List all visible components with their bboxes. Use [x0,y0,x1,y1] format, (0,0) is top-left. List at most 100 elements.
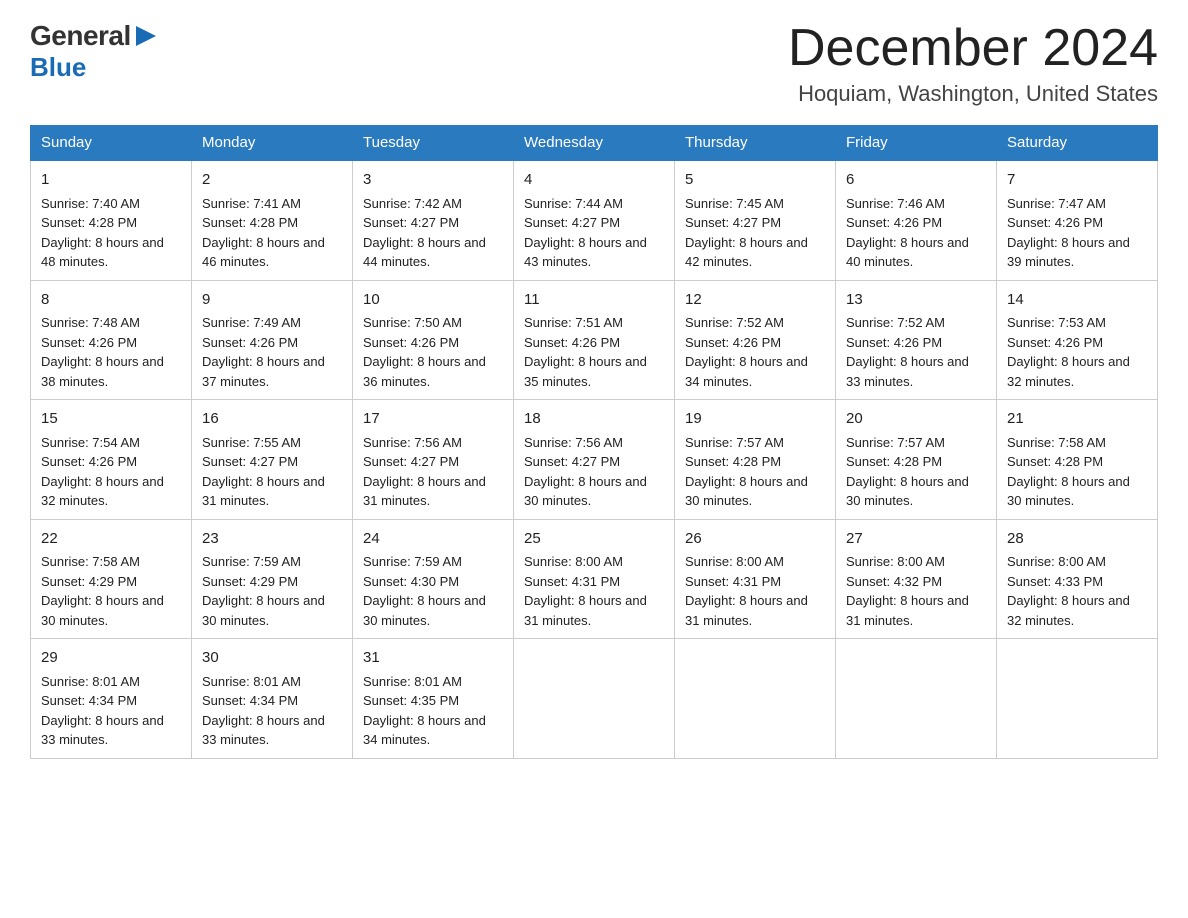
sunset-text: Sunset: 4:31 PM [685,574,781,589]
calendar-cell: 6Sunrise: 7:46 AMSunset: 4:26 PMDaylight… [836,160,997,280]
column-header-saturday: Saturday [997,126,1158,161]
sunrise-text: Sunrise: 7:50 AM [363,315,462,330]
calendar-cell: 8Sunrise: 7:48 AMSunset: 4:26 PMDaylight… [31,280,192,400]
sunrise-text: Sunrise: 7:45 AM [685,196,784,211]
daylight-text: Daylight: 8 hours and 31 minutes. [524,593,647,628]
calendar-cell: 2 Sunrise: 7:41 AM Sunset: 4:28 PM Daylight… [192,160,353,280]
day-number: 20 [846,408,986,431]
calendar-week-2: 8 Sunrise: 7:48 AM Sunset: 4:26 PM Daylight… [31,280,1158,400]
calendar-cell: 5Sunrise: 7:45 AMSunset: 4:27 PMDaylight… [675,160,836,280]
sunset-text: Sunset: 4:35 PM [363,693,459,708]
column-header-tuesday: Tuesday [353,126,514,161]
day-number: 6 [846,169,986,192]
calendar-cell: 29Sunrise: 8:01 AMSunset: 4:34 PMDayligh… [31,639,192,759]
calendar-cell [514,639,675,759]
sunrise-text: Sunrise: 8:00 AM [1007,554,1106,569]
column-header-monday: Monday [192,126,353,161]
calendar-cell: 27Sunrise: 8:00 AMSunset: 4:32 PMDayligh… [836,519,997,639]
daylight-text: Daylight: 8 hours and 33 minutes. [202,713,325,748]
sunset-text: Sunset: 4:26 PM [846,335,942,350]
daylight-text: Daylight: 8 hours and 32 minutes. [1007,593,1130,628]
page-header: General Blue December 2024 Hoquiam, Wash… [30,20,1158,107]
daylight-text: Daylight: 8 hours and 33 minutes. [846,354,969,389]
title-block: December 2024 Hoquiam, Washington, Unite… [788,20,1158,107]
calendar-cell: 21Sunrise: 7:58 AMSunset: 4:28 PMDayligh… [997,400,1158,520]
sunrise-text: Sunrise: 7:49 AM [202,315,301,330]
daylight-text: Daylight: 8 hours and 39 minutes. [1007,235,1130,270]
sunset-text: Sunset: 4:26 PM [202,335,298,350]
sunset-text: Sunset: 4:28 PM [846,454,942,469]
daylight-text: Daylight: 8 hours and 30 minutes. [1007,474,1130,509]
sunrise-text: Sunrise: 7:57 AM [846,435,945,450]
sunrise-text: Sunrise: 7:55 AM [202,435,301,450]
day-number: 13 [846,289,986,312]
sunrise-text: Sunrise: 7:47 AM [1007,196,1106,211]
calendar-cell [836,639,997,759]
sunset-text: Sunset: 4:26 PM [41,454,137,469]
sunset-text: Sunset: 4:27 PM [363,215,459,230]
daylight-text: Daylight: 8 hours and 34 minutes. [363,713,486,748]
sunrise-text: Sunrise: 7:56 AM [363,435,462,450]
day-number: 29 [41,647,181,670]
calendar-cell: 4Sunrise: 7:44 AMSunset: 4:27 PMDaylight… [514,160,675,280]
day-number: 18 [524,408,664,431]
sunrise-text: Sunrise: 7:42 AM [363,196,462,211]
day-number: 25 [524,528,664,551]
sunset-text: Sunset: 4:27 PM [524,454,620,469]
sunrise-text: Sunrise: 8:01 AM [363,674,462,689]
calendar-cell: 14Sunrise: 7:53 AMSunset: 4:26 PMDayligh… [997,280,1158,400]
logo: General Blue [30,20,156,83]
sunset-text: Sunset: 4:27 PM [202,454,298,469]
daylight-text: Daylight: 8 hours and 36 minutes. [363,354,486,389]
daylight-text: Daylight: 8 hours and 30 minutes. [202,593,325,628]
sunrise-text: Sunrise: 7:57 AM [685,435,784,450]
sunset-text: Sunset: 4:33 PM [1007,574,1103,589]
calendar-cell [997,639,1158,759]
day-number: 8 [41,289,181,312]
sunset-text: Sunset: 4:26 PM [524,335,620,350]
day-number: 24 [363,528,503,551]
calendar-cell: 12Sunrise: 7:52 AMSunset: 4:26 PMDayligh… [675,280,836,400]
sunrise-text: Sunrise: 8:01 AM [202,674,301,689]
calendar-cell: 23Sunrise: 7:59 AMSunset: 4:29 PMDayligh… [192,519,353,639]
calendar-table: SundayMondayTuesdayWednesdayThursdayFrid… [30,125,1158,759]
sunrise-text: Sunrise: 7:53 AM [1007,315,1106,330]
logo-triangle-icon [136,26,156,51]
sunset-text: Sunset: 4:26 PM [1007,335,1103,350]
sunrise-text: Sunrise: 7:59 AM [202,554,301,569]
calendar-cell [675,639,836,759]
sunrise-text: Sunrise: 7:48 AM [41,315,140,330]
day-number: 17 [363,408,503,431]
sunset-text: Sunset: 4:32 PM [846,574,942,589]
day-number: 31 [363,647,503,670]
sunrise-text: Sunrise: 7:41 AM [202,196,301,211]
sunset-text: Sunset: 4:26 PM [363,335,459,350]
sunrise-text: Sunrise: 7:58 AM [1007,435,1106,450]
day-number: 2 [202,169,342,192]
sunrise-text: Sunrise: 8:00 AM [524,554,623,569]
sunrise-text: Sunrise: 8:01 AM [41,674,140,689]
sunrise-text: Sunrise: 7:59 AM [363,554,462,569]
calendar-cell: 17Sunrise: 7:56 AMSunset: 4:27 PMDayligh… [353,400,514,520]
daylight-text: Daylight: 8 hours and 42 minutes. [685,235,808,270]
daylight-text: Daylight: 8 hours and 46 minutes. [202,235,325,270]
daylight-text: Daylight: 8 hours and 37 minutes. [202,354,325,389]
column-header-wednesday: Wednesday [514,126,675,161]
daylight-text: Daylight: 8 hours and 44 minutes. [363,235,486,270]
calendar-cell: 15Sunrise: 7:54 AMSunset: 4:26 PMDayligh… [31,400,192,520]
sunset-text: Sunset: 4:26 PM [1007,215,1103,230]
sunset-text: Sunset: 4:28 PM [685,454,781,469]
calendar-cell: 13Sunrise: 7:52 AMSunset: 4:26 PMDayligh… [836,280,997,400]
calendar-cell: 30Sunrise: 8:01 AMSunset: 4:34 PMDayligh… [192,639,353,759]
day-number: 14 [1007,289,1147,312]
sunset-text: Sunset: 4:29 PM [202,574,298,589]
sunset-text: Sunset: 4:28 PM [202,215,298,230]
sunset-text: Sunset: 4:26 PM [685,335,781,350]
daylight-text: Daylight: 8 hours and 30 minutes. [363,593,486,628]
daylight-text: Daylight: 8 hours and 48 minutes. [41,235,164,270]
day-number: 22 [41,528,181,551]
sunrise-text: Sunrise: 7:46 AM [846,196,945,211]
sunset-text: Sunset: 4:31 PM [524,574,620,589]
sunrise-text: Sunrise: 7:56 AM [524,435,623,450]
sunset-text: Sunset: 4:27 PM [524,215,620,230]
